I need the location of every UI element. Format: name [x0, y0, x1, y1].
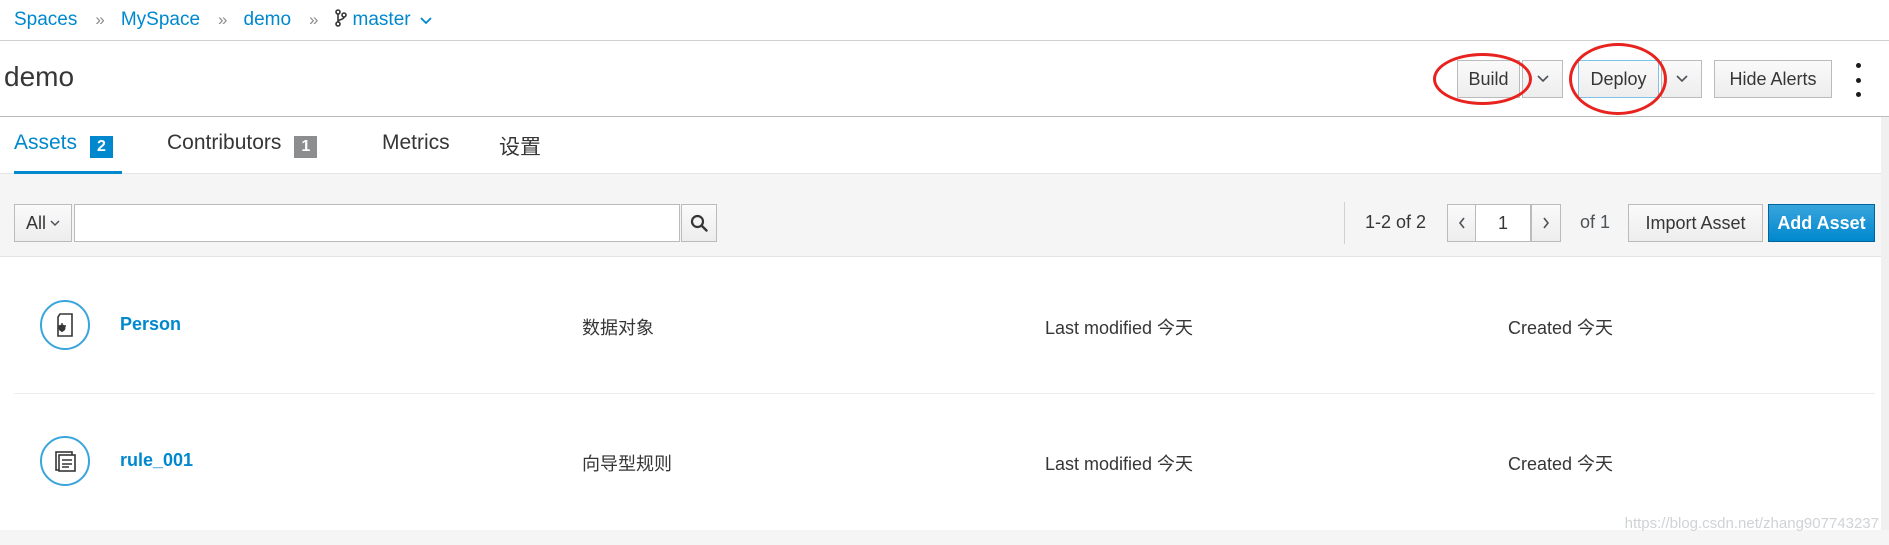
kebab-menu-icon[interactable]	[1851, 63, 1865, 97]
chevron-down-icon	[1675, 75, 1688, 83]
breadcrumb-myspace[interactable]: MySpace	[121, 9, 200, 31]
hide-alerts-button[interactable]: Hide Alerts	[1714, 60, 1832, 98]
total-pages: of 1	[1580, 212, 1611, 232]
build-button[interactable]: Build	[1457, 60, 1520, 98]
search-button[interactable]	[681, 204, 717, 242]
deploy-dropdown-toggle[interactable]	[1661, 60, 1702, 98]
guided-rule-icon	[40, 436, 90, 486]
asset-type: 向导型规则	[582, 454, 672, 474]
search-icon	[690, 214, 708, 232]
previous-page-button[interactable]	[1447, 204, 1477, 242]
add-asset-button[interactable]: Add Asset	[1768, 204, 1875, 242]
tab-bar: Assets 2 Contributors 1 Metrics 设置	[0, 117, 1889, 174]
chevron-down-icon[interactable]	[419, 13, 432, 28]
build-dropdown-toggle[interactable]	[1522, 60, 1563, 98]
asset-last-modified: Last modified 今天	[1045, 454, 1194, 474]
page-title: demo	[4, 61, 75, 92]
tab-label: 设置	[499, 136, 541, 159]
tab-contributors[interactable]: Contributors 1	[167, 129, 318, 174]
scroll-gutter	[1881, 117, 1889, 545]
asset-last-modified: Last modified 今天	[1045, 318, 1194, 338]
search-input[interactable]	[74, 204, 680, 242]
breadcrumb-separator: »	[309, 10, 319, 29]
import-asset-button[interactable]: Import Asset	[1628, 204, 1763, 242]
breadcrumb-separator: »	[218, 10, 228, 29]
tab-label: Assets	[14, 131, 78, 154]
asset-name-link[interactable]: Person	[120, 314, 181, 335]
tab-metrics[interactable]: Metrics	[382, 129, 450, 174]
pagination-range: 1-2 of 2	[1365, 212, 1427, 232]
tab-assets[interactable]: Assets 2	[14, 129, 122, 174]
breadcrumb-separator: »	[95, 10, 105, 29]
breadcrumb-spaces[interactable]: Spaces	[14, 9, 77, 31]
page-number-input[interactable]	[1475, 204, 1531, 242]
chevron-down-icon	[50, 219, 60, 226]
count-badge: 2	[90, 136, 113, 158]
filter-select[interactable]: All	[14, 204, 72, 242]
chevron-right-icon	[1543, 217, 1550, 229]
tab-settings[interactable]: 设置	[499, 129, 541, 174]
page-header: demo Build Deploy Hide Alerts	[0, 41, 1889, 117]
branch-selector[interactable]: master	[353, 9, 411, 31]
list-item[interactable]: Person 数据对象 Last modified 今天 Created 今天	[14, 258, 1875, 394]
asset-created: Created 今天	[1508, 318, 1614, 338]
asset-list: Person 数据对象 Last modified 今天 Created 今天 …	[14, 258, 1875, 530]
breadcrumb: Spaces » MySpace » demo » master	[0, 0, 1889, 41]
tab-label: Contributors	[167, 131, 282, 154]
watermark: https://blog.csdn.net/zhang907743237	[1624, 515, 1879, 532]
chevron-left-icon	[1458, 217, 1465, 229]
breadcrumb-demo[interactable]: demo	[244, 9, 292, 31]
asset-name-link[interactable]: rule_001	[120, 450, 193, 471]
data-object-icon	[40, 300, 90, 350]
next-page-button[interactable]	[1531, 204, 1561, 242]
divider	[1344, 202, 1345, 244]
deploy-button[interactable]: Deploy	[1578, 60, 1659, 98]
asset-type: 数据对象	[582, 318, 654, 338]
tab-label: Metrics	[382, 131, 450, 154]
filter-value: All	[25, 212, 46, 233]
chevron-down-icon	[1536, 75, 1549, 83]
asset-toolbar: All 1-2 of 2 of 1 Import Asset Add Asset	[0, 174, 1889, 257]
list-item[interactable]: rule_001 向导型规则 Last modified 今天 Created …	[14, 394, 1875, 530]
page-footer	[0, 530, 1889, 545]
branch-icon	[334, 8, 347, 32]
asset-created: Created 今天	[1508, 454, 1614, 474]
count-badge: 1	[294, 136, 318, 158]
